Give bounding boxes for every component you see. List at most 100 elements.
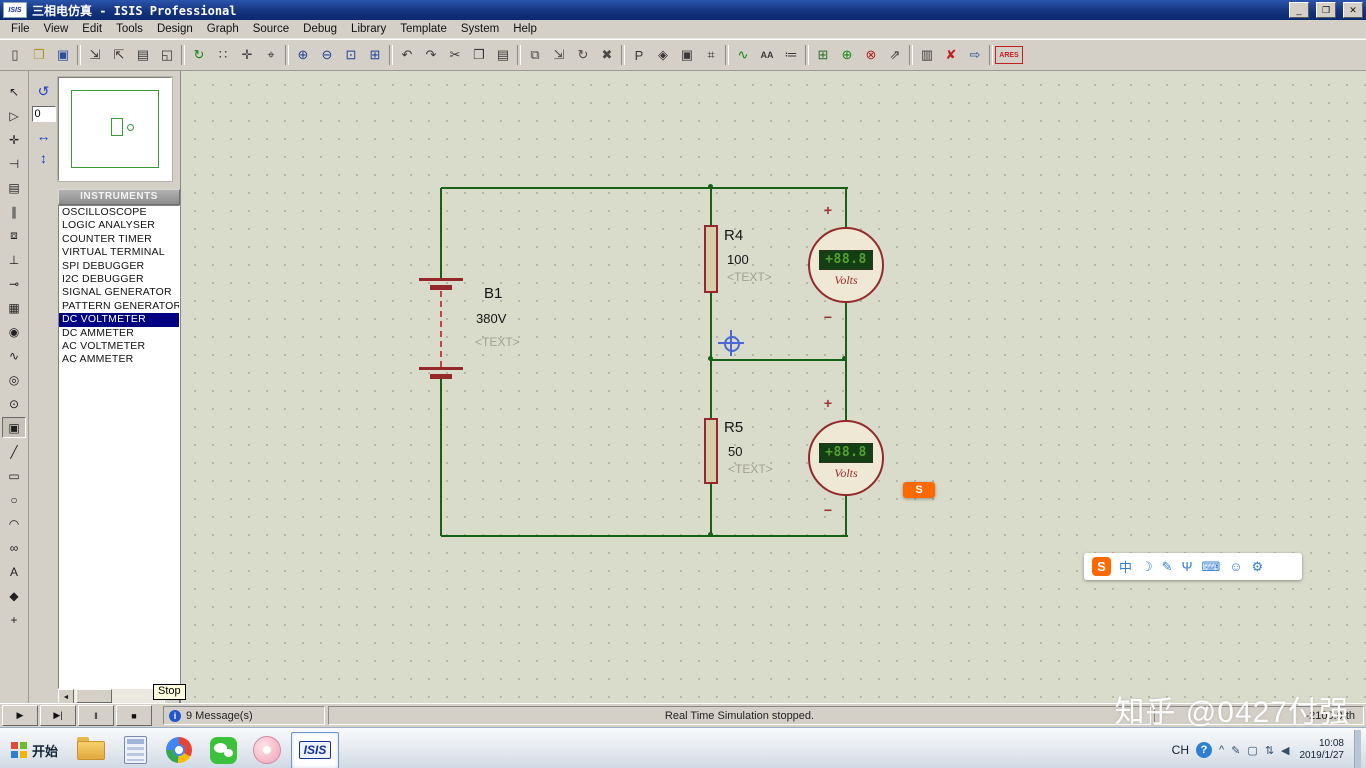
ime-pen-icon[interactable]: ✎ [1231,744,1240,757]
redraw-icon[interactable]: ↻ [187,43,211,67]
separator[interactable] [517,45,521,65]
undo-icon[interactable]: ↶ [395,43,419,67]
help-tray-icon[interactable]: ? [1196,742,1213,758]
schematic-preview[interactable] [58,77,172,181]
handwriting-icon[interactable]: ✎ [1162,559,1173,575]
pick-parts-icon[interactable]: P [627,43,651,67]
component-mode-icon[interactable]: ▷ [2,105,26,126]
part-text-placeholder[interactable]: <TEXT> [727,270,772,284]
battery-plate[interactable] [430,285,452,290]
separator[interactable] [989,45,993,65]
tape-recorder-icon[interactable]: ◉ [2,321,26,342]
separator[interactable] [285,45,289,65]
taskbar-clock[interactable]: 10:08 2019/1/27 [1300,738,1345,762]
menu-item[interactable]: Library [344,22,393,36]
text-tool-icon[interactable]: A [2,561,26,582]
message-panel[interactable]: i 9 Message(s) [163,706,325,725]
marker-tool-icon[interactable]: + [2,609,26,630]
packaging-tool-icon[interactable]: ▣ [675,43,699,67]
rotation-angle-input[interactable] [31,106,56,122]
separator[interactable] [909,45,913,65]
menu-item[interactable]: File [4,22,37,36]
menu-item[interactable]: Help [506,22,544,36]
wire[interactable] [845,301,847,360]
instrument-item[interactable]: SIGNAL GENERATOR [59,286,179,299]
instrument-item[interactable]: COUNTER TIMER [59,233,179,246]
selection-mode-icon[interactable]: ↖ [2,81,26,102]
netlist-transfer-icon[interactable]: ⇨ [963,43,987,67]
arc-tool-icon[interactable]: ◠ [2,513,26,534]
goto-sheet-icon[interactable]: ⇗ [883,43,907,67]
wire[interactable] [440,188,442,280]
wire[interactable] [845,495,847,536]
instrument-item[interactable]: AC AMMETER [59,353,179,366]
close-button[interactable]: ✕ [1343,2,1363,18]
property-assignment-icon[interactable]: ≔ [779,43,803,67]
scroll-left-icon[interactable]: ◄ [58,689,74,703]
wire-label-icon[interactable]: ⊣ [2,153,26,174]
instrument-item[interactable]: I2C DEBUGGER [59,273,179,286]
battery-plate[interactable] [419,367,463,370]
junction-dot-icon[interactable]: ✛ [2,129,26,150]
graph-mode-icon[interactable]: ▦ [2,297,26,318]
grid-toggle-icon[interactable]: ∷ [211,43,235,67]
updates-icon[interactable]: ⇅ [1265,744,1274,757]
menu-item[interactable]: Tools [109,22,150,36]
play-button[interactable]: ▶ [2,705,38,726]
chinese-mode-icon[interactable]: 中 [1119,557,1132,576]
bill-of-materials-icon[interactable]: ▥ [915,43,939,67]
separator[interactable] [77,45,81,65]
make-device-icon[interactable]: ◈ [651,43,675,67]
sogou-tray-icon[interactable]: S [903,482,935,498]
moon-skin-icon[interactable]: ☽ [1141,559,1153,575]
part-value[interactable]: 50 [728,444,742,459]
copy-icon[interactable]: ❐ [467,43,491,67]
wire[interactable] [711,359,847,361]
instrument-item[interactable]: PATTERN GENERATOR [59,300,179,313]
pause-button[interactable]: ‖ [78,705,114,726]
menu-item[interactable]: Source [246,22,296,36]
menu-item[interactable]: View [37,22,76,36]
mic-icon[interactable]: Ψ [1182,559,1193,574]
path-tool-icon[interactable]: ∞ [2,537,26,558]
cut-icon[interactable]: ✂ [443,43,467,67]
maximize-button[interactable]: ❐ [1316,2,1336,18]
volume-icon[interactable]: ◀ [1281,744,1289,757]
block-copy-icon[interactable]: ⧉ [523,43,547,67]
zoom-area-icon[interactable]: ⊡ [339,43,363,67]
stop-button[interactable]: ■ [116,705,152,726]
zoom-in-icon[interactable]: ⊕ [291,43,315,67]
instrument-item[interactable]: SPI DEBUGGER [59,260,179,273]
generator-mode-icon[interactable]: ∿ [2,345,26,366]
instrument-item[interactable]: DC VOLTMETER [59,313,179,327]
scroll-thumb[interactable] [76,689,112,703]
menu-item[interactable]: Edit [75,22,109,36]
wire[interactable] [441,535,848,537]
paste-icon[interactable]: ▤ [491,43,515,67]
wire[interactable] [440,379,442,536]
browser-icon[interactable] [159,731,199,768]
step-button[interactable]: ▶| [40,705,76,726]
voltage-probe-icon[interactable]: ◎ [2,369,26,390]
new-sheet-icon[interactable]: ⊕ [835,43,859,67]
redo-icon[interactable]: ↷ [419,43,443,67]
wire[interactable] [845,188,847,228]
line-tool-icon[interactable]: ╱ [2,441,26,462]
language-indicator[interactable]: CH [1172,743,1189,757]
show-desktop-button[interactable] [1354,730,1361,768]
part-text-placeholder[interactable]: <TEXT> [728,462,773,476]
mirror-horizontal-icon[interactable]: ↔ [37,128,51,144]
media-app-icon[interactable] [247,731,287,768]
text-script-icon[interactable]: ▤ [2,177,26,198]
print-icon[interactable]: ▤ [131,43,155,67]
resistor-r5[interactable] [704,418,718,484]
instrument-item[interactable]: VIRTUAL TERMINAL [59,246,179,259]
dc-voltmeter-1[interactable]: +88.8 Volts [808,227,884,303]
part-ref[interactable]: R5 [724,419,743,436]
menu-item[interactable]: Graph [200,22,246,36]
isis-taskbar-button[interactable]: ISIS [291,731,340,768]
wire[interactable] [710,188,712,226]
symbol-tool-icon[interactable]: ◆ [2,585,26,606]
wire[interactable] [845,360,847,421]
save-design-icon[interactable]: ▣ [51,43,75,67]
